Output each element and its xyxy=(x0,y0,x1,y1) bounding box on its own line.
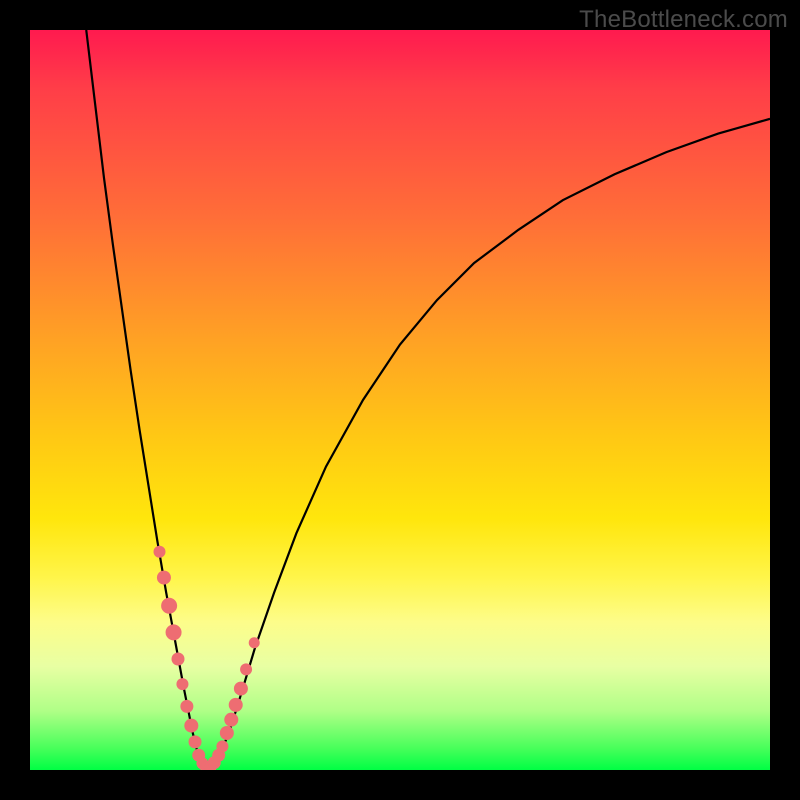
watermark-text: TheBottleneck.com xyxy=(579,6,788,34)
plot-area xyxy=(30,30,770,770)
chart-frame: TheBottleneck.com xyxy=(0,0,800,800)
data-point xyxy=(172,653,185,666)
data-point xyxy=(189,735,202,748)
data-point xyxy=(157,571,171,585)
data-point xyxy=(166,624,182,640)
data-point xyxy=(220,726,234,740)
data-point xyxy=(229,698,243,712)
data-point xyxy=(154,546,166,558)
data-point xyxy=(240,663,252,675)
data-point xyxy=(161,598,177,614)
data-point xyxy=(176,678,188,690)
data-point xyxy=(249,637,260,648)
data-point xyxy=(184,719,198,733)
data-point xyxy=(234,682,248,696)
data-point xyxy=(180,700,193,713)
bottleneck-curve xyxy=(86,30,770,769)
chart-svg xyxy=(30,30,770,770)
data-point-markers xyxy=(154,546,260,770)
data-point xyxy=(224,713,238,727)
data-point xyxy=(216,740,228,752)
